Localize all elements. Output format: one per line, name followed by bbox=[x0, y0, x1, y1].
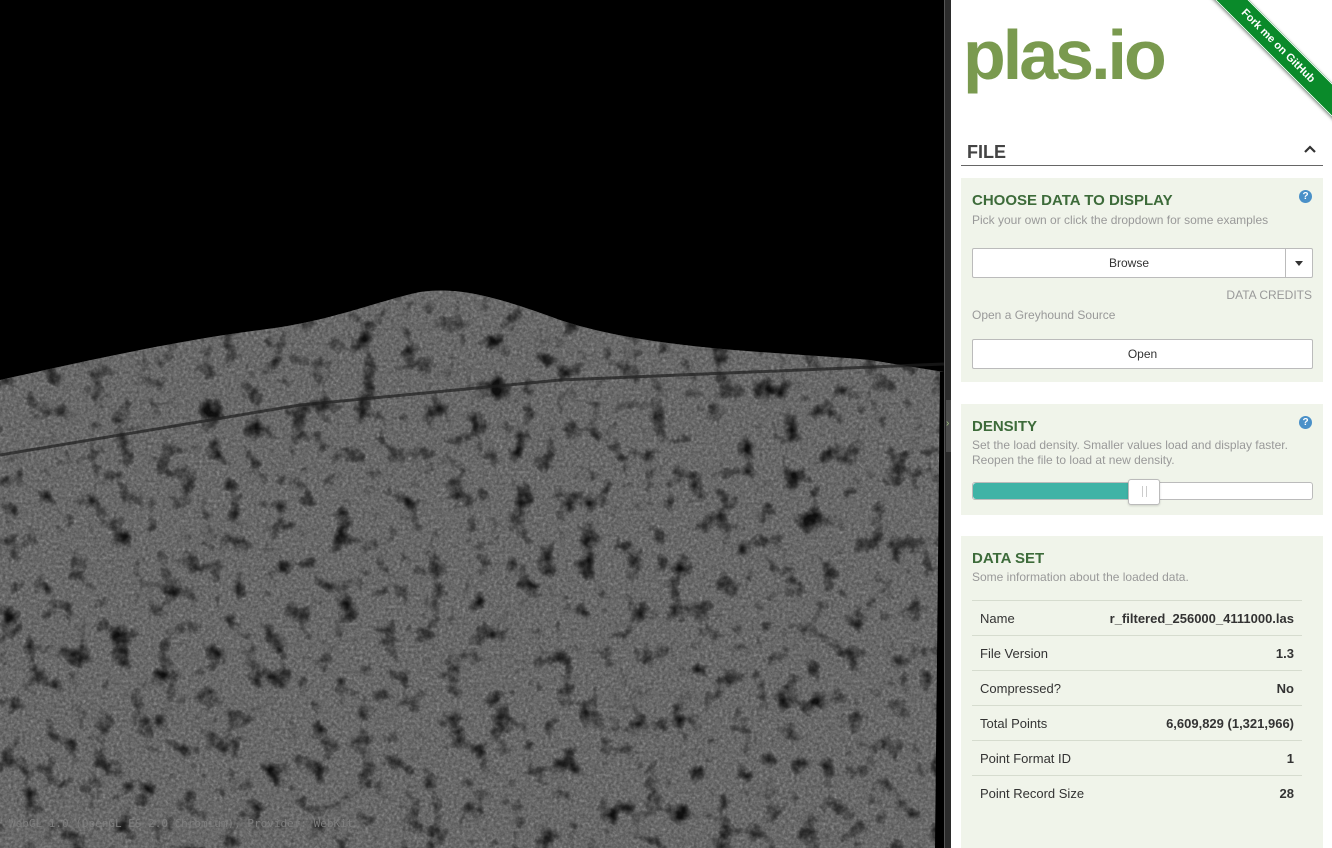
side-panel: plas.io Fork me on GitHub FILE CHOOSE DA… bbox=[951, 0, 1332, 848]
data-credits-link[interactable]: DATA CREDITS bbox=[1226, 288, 1312, 302]
greyhound-label: Open a Greyhound Source bbox=[972, 308, 1116, 322]
examples-dropdown-button[interactable] bbox=[1285, 249, 1312, 277]
chevron-right-icon[interactable]: › bbox=[946, 418, 949, 429]
row-value: No bbox=[1095, 670, 1302, 706]
point-cloud-viewport[interactable]: WebGL 1.0 (OpenGL ES 2.0 Chromium), Prov… bbox=[0, 0, 944, 848]
row-label: Compressed? bbox=[972, 670, 1096, 706]
row-value: 1 bbox=[1095, 740, 1302, 776]
caret-down-icon bbox=[1295, 261, 1303, 266]
row-value: 6,609,829 (1,321,966) bbox=[1095, 705, 1302, 741]
table-row: Point Format ID 1 bbox=[972, 740, 1302, 776]
dataset-title: DATA SET bbox=[972, 550, 1045, 567]
app-logo[interactable]: plas.io bbox=[963, 10, 1167, 100]
row-value: r_filtered_256000_4111000.las bbox=[1095, 600, 1302, 636]
help-icon[interactable]: ? bbox=[1299, 190, 1312, 203]
row-value: 1.3 bbox=[1095, 635, 1302, 671]
dataset-card: DATA SET Some information about the load… bbox=[961, 536, 1323, 848]
browse-button[interactable]: Browse bbox=[973, 249, 1285, 277]
dataset-table: Name r_filtered_256000_4111000.las File V… bbox=[972, 600, 1302, 810]
row-label: Total Points bbox=[972, 705, 1096, 741]
table-row: Total Points 6,609,829 (1,321,966) bbox=[972, 705, 1302, 741]
choose-data-card: CHOOSE DATA TO DISPLAY ? Pick your own o… bbox=[961, 178, 1323, 382]
density-slider[interactable] bbox=[972, 479, 1313, 505]
table-row: Compressed? No bbox=[972, 670, 1302, 706]
row-label: Point Record Size bbox=[972, 775, 1096, 810]
density-description: Set the load density. Smaller values loa… bbox=[972, 438, 1288, 467]
chevron-up-icon[interactable] bbox=[1303, 142, 1317, 156]
density-title: DENSITY bbox=[972, 418, 1038, 435]
dataset-description: Some information about the loaded data. bbox=[972, 570, 1189, 584]
renderer-info-text: WebGL 1.0 (OpenGL ES 2.0 Chromium), Prov… bbox=[9, 817, 354, 830]
density-card: DENSITY ? Set the load density. Smaller … bbox=[961, 404, 1323, 515]
open-greyhound-button[interactable]: Open bbox=[972, 339, 1313, 369]
row-label: Name bbox=[972, 600, 1096, 636]
density-slider-handle[interactable] bbox=[1128, 479, 1160, 505]
row-label: Point Format ID bbox=[972, 740, 1096, 776]
density-slider-fill bbox=[973, 483, 1143, 499]
browse-button-group: Browse bbox=[972, 248, 1313, 278]
choose-data-description: Pick your own or click the dropdown for … bbox=[972, 213, 1269, 227]
section-title: FILE bbox=[967, 142, 1006, 162]
help-icon[interactable]: ? bbox=[1299, 416, 1312, 429]
table-row: Name r_filtered_256000_4111000.las bbox=[972, 600, 1302, 636]
point-cloud-render[interactable] bbox=[0, 0, 944, 848]
fork-on-github-ribbon[interactable]: Fork me on GitHub bbox=[1198, 0, 1332, 126]
row-value: 28 bbox=[1095, 775, 1302, 810]
choose-data-title: CHOOSE DATA TO DISPLAY bbox=[972, 192, 1173, 209]
table-row: File Version 1.3 bbox=[972, 635, 1302, 671]
table-row: Point Record Size 28 bbox=[972, 775, 1302, 810]
file-section-header[interactable]: FILE bbox=[961, 138, 1323, 166]
row-label: File Version bbox=[972, 635, 1096, 671]
